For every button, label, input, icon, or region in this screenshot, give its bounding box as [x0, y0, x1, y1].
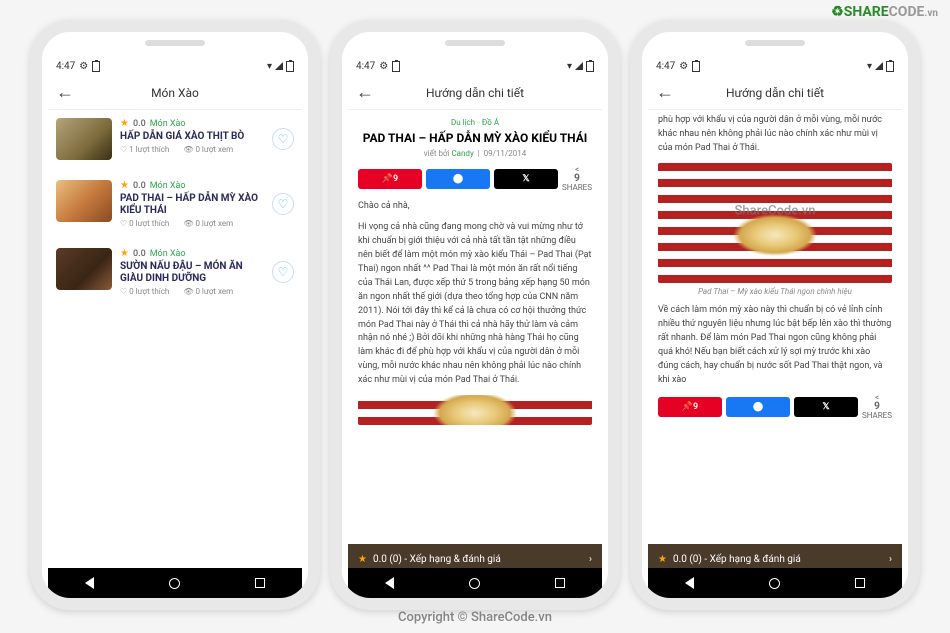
- pinterest-button[interactable]: 📌 9: [658, 397, 722, 417]
- article-photo: ShareCode.vn: [658, 163, 892, 283]
- battery-icon: [586, 61, 594, 72]
- signal-icon: [575, 62, 583, 70]
- article-body: Chào cả nhà, Hi vọng cả nhà cũng đang mo…: [348, 200, 602, 388]
- share-count: < 9SHARES: [562, 166, 592, 192]
- wifi-icon: ▾: [567, 61, 572, 72]
- nav-home-button[interactable]: [769, 578, 780, 589]
- watermark-copyright: Copyright © ShareCode.vn: [398, 610, 552, 625]
- pinterest-button[interactable]: 📌 9: [358, 169, 422, 189]
- status-bar: 4:47⚙ ▾: [348, 56, 602, 76]
- signal-icon: [275, 62, 283, 70]
- photo-watermark: ShareCode.vn: [735, 203, 816, 218]
- star-icon: ★: [120, 248, 129, 259]
- dish-thumbnail: [56, 118, 112, 160]
- page-title: Món Xào: [80, 86, 270, 100]
- chevron-right-icon: ›: [589, 554, 592, 565]
- article-photo: [358, 395, 592, 425]
- wifi-icon: ▾: [867, 61, 872, 72]
- nav-home-button[interactable]: [169, 578, 180, 589]
- battery-icon: [286, 61, 294, 72]
- star-icon: ★: [658, 554, 667, 565]
- facebook-button[interactable]: ⬤: [426, 169, 490, 189]
- battery-icon: [92, 61, 100, 72]
- recycle-icon: ♻: [831, 4, 844, 20]
- status-bar: 4:47⚙ ▾: [648, 56, 902, 76]
- dish-item[interactable]: ★0.0Món Xào SƯỜN NẤU ĐẬU – MÓN ĂN GIÀU D…: [48, 240, 302, 304]
- phone-mockup-2: 4:47⚙ ▾ ← Hướng dẫn chi tiết Du lịch ◦ Đ…: [330, 20, 620, 610]
- battery-icon: [392, 61, 400, 72]
- dish-item[interactable]: ★0.0Món Xào HẤP DẪN GIÁ XÀO THỊT BÒ ♡ 1 …: [48, 110, 302, 168]
- article-body: phù hợp với khẩu vị của người dân ở mỗi …: [648, 110, 902, 156]
- star-icon: ★: [358, 554, 367, 565]
- star-icon: ★: [120, 180, 129, 191]
- favorite-button[interactable]: ♡: [272, 193, 294, 215]
- category-label: Món Xào: [150, 249, 186, 259]
- share-count: < 9SHARES: [862, 394, 892, 420]
- rating-text: 0.0 (0) - Xếp hạng & đánh giá: [673, 554, 801, 565]
- signal-icon: [875, 62, 883, 70]
- dish-thumbnail: [56, 248, 112, 290]
- breadcrumb: Du lịch ◦ Đồ Á: [348, 110, 602, 131]
- dish-stats: ♡ 1 lượt thích👁 0 lượt xem: [120, 145, 264, 154]
- facebook-button[interactable]: ⬤: [726, 397, 790, 417]
- back-button[interactable]: ←: [56, 82, 80, 103]
- share-row: 📌 9 ⬤ 𝕏 < 9SHARES: [348, 166, 602, 200]
- share-row: 📌 9 ⬤ 𝕏 < 9SHARES: [648, 394, 902, 428]
- byline: viết bởi Candy | 09/11/2014: [348, 149, 602, 158]
- dish-title: PAD THAI – HẤP DẪN MỲ XÀO KIỂU THÁI: [120, 193, 264, 217]
- page-title: Hướng dẫn chi tiết: [380, 86, 570, 100]
- photo-caption: Pad Thai – Mỳ xào kiểu Thái ngon chính h…: [648, 287, 902, 296]
- app-bar: ← Hướng dẫn chi tiết: [348, 76, 602, 110]
- battery-icon: [692, 61, 700, 72]
- star-icon: ★: [120, 118, 129, 129]
- phone-mockup-1: 4:47⚙ ▾ ← Món Xào ★0.0Món Xào HẤP DẪN GI…: [30, 20, 320, 610]
- chevron-right-icon: ›: [889, 554, 892, 565]
- dish-title: HẤP DẪN GIÁ XÀO THỊT BÒ: [120, 131, 264, 143]
- twitter-button[interactable]: 𝕏: [494, 169, 558, 189]
- status-bar: 4:47⚙ ▾: [48, 56, 302, 76]
- battery-icon: [886, 61, 894, 72]
- dish-stats: ♡ 0 lượt thích👁 0 lượt xem: [120, 287, 264, 296]
- back-button[interactable]: ←: [356, 82, 380, 103]
- app-bar: ← Món Xào: [48, 76, 302, 110]
- dish-stats: ♡ 0 lượt thích👁 0 lượt xem: [120, 219, 264, 228]
- dish-title: SƯỜN NẤU ĐẬU – MÓN ĂN GIÀU DINH DƯỠNG: [120, 261, 264, 285]
- rating-text: 0.0 (0) - Xếp hạng & đánh giá: [373, 554, 501, 565]
- category-label: Món Xào: [150, 119, 186, 129]
- nav-recent-button[interactable]: [855, 578, 865, 588]
- nav-home-button[interactable]: [469, 578, 480, 589]
- article-title: PAD THAI – HẤP DẪN MỲ XÀO KIỂU THÁI: [348, 131, 602, 145]
- phone-mockup-3: 4:47⚙ ▾ ← Hướng dẫn chi tiết phù hợp với…: [630, 20, 920, 610]
- nav-back-button[interactable]: [685, 577, 694, 589]
- app-bar: ← Hướng dẫn chi tiết: [648, 76, 902, 110]
- gear-icon: ⚙: [679, 61, 688, 72]
- wifi-icon: ▾: [267, 61, 272, 72]
- favorite-button[interactable]: ♡: [272, 128, 294, 150]
- favorite-button[interactable]: ♡: [272, 261, 294, 283]
- gear-icon: ⚙: [79, 61, 88, 72]
- twitter-button[interactable]: 𝕏: [794, 397, 858, 417]
- back-button[interactable]: ←: [656, 82, 680, 103]
- dish-thumbnail: [56, 180, 112, 222]
- watermark-logo: ♻SHARECODE.vn: [831, 4, 938, 20]
- android-nav-bar: [48, 568, 302, 598]
- nav-recent-button[interactable]: [255, 578, 265, 588]
- article-body: Về cách làm món mỳ xào này thì chuẩn bị …: [648, 304, 902, 388]
- page-title: Hướng dẫn chi tiết: [680, 86, 870, 100]
- nav-back-button[interactable]: [85, 577, 94, 589]
- android-nav-bar: [648, 568, 902, 598]
- android-nav-bar: [348, 568, 602, 598]
- nav-back-button[interactable]: [385, 577, 394, 589]
- gear-icon: ⚙: [379, 61, 388, 72]
- category-label: Món Xào: [150, 181, 186, 191]
- nav-recent-button[interactable]: [555, 578, 565, 588]
- dish-item[interactable]: ★0.0Món Xào PAD THAI – HẤP DẪN MỲ XÀO KI…: [48, 172, 302, 236]
